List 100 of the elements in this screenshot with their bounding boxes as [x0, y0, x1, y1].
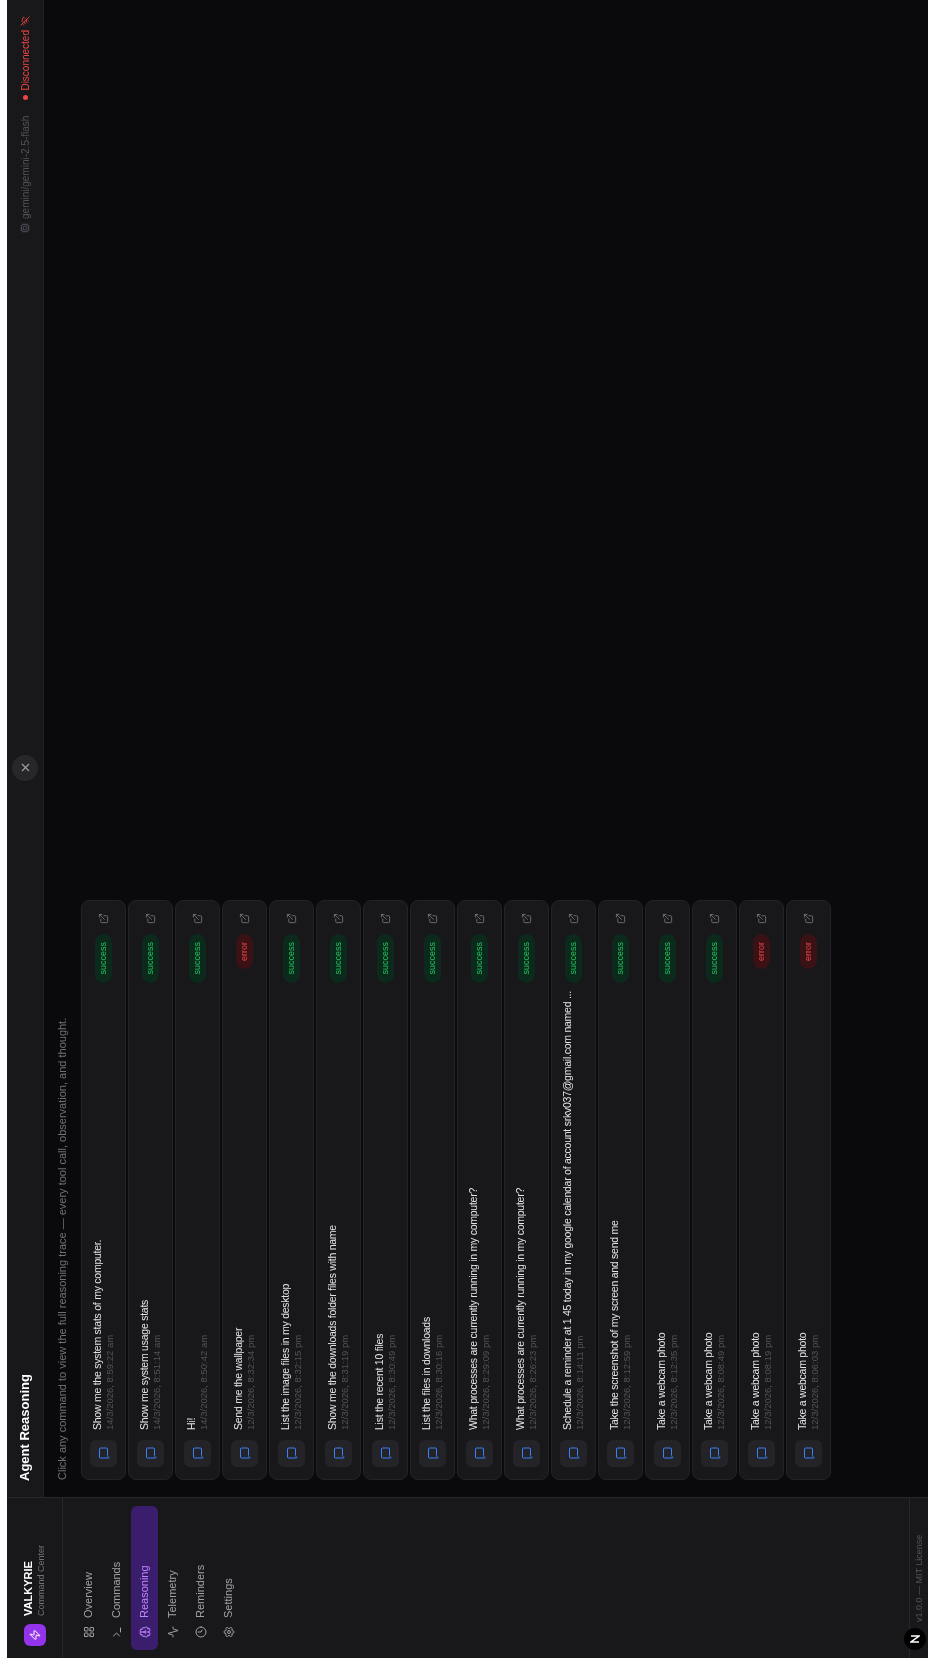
command-text: Take a webcam photo: [749, 1331, 762, 1430]
terminal-icon: [110, 1626, 123, 1638]
message-icon: [137, 1440, 164, 1467]
command-text: Take a webcam photo: [655, 1331, 668, 1430]
open-icon[interactable]: [521, 913, 532, 924]
command-card[interactable]: Show me the downloads folder files with name 12/3/2026, 8:31:19 pm success: [316, 900, 361, 1480]
sidebar-item[interactable]: Reminders: [187, 1506, 214, 1650]
message-icon: [607, 1440, 634, 1467]
open-icon[interactable]: [662, 913, 673, 924]
status-badge: success: [423, 934, 442, 983]
open-icon[interactable]: [756, 913, 767, 924]
open-icon[interactable]: [474, 913, 485, 924]
command-time: 12/3/2026, 8:08:49 pm: [715, 1333, 727, 1430]
command-card[interactable]: Send me the wallpaper 12/3/2026, 8:32:34 pm error: [222, 900, 267, 1480]
open-icon[interactable]: [615, 913, 626, 924]
message-icon: [466, 1440, 493, 1467]
status-badge: success: [282, 934, 301, 983]
open-icon[interactable]: [145, 913, 156, 924]
command-card[interactable]: Take a webcam photo 12/3/2026, 8:06:03 pm error: [786, 900, 831, 1480]
message-icon: [184, 1440, 211, 1467]
open-icon[interactable]: [192, 913, 203, 924]
brand-name: VALKYRIE: [22, 1560, 35, 1616]
sidebar-item[interactable]: Commands: [103, 1506, 130, 1650]
status-badge: error: [799, 934, 818, 969]
command-text: What processes are currently running in my computer?: [467, 1186, 480, 1430]
open-icon[interactable]: [427, 913, 438, 924]
status-badge: success: [376, 934, 395, 983]
message-icon: [372, 1440, 399, 1467]
status-badge: success: [470, 934, 489, 983]
open-icon[interactable]: [380, 913, 391, 924]
connection-status: Disconnected: [18, 30, 32, 91]
message-icon: [513, 1440, 540, 1467]
message-icon: [701, 1440, 728, 1467]
command-time: 12/3/2026, 8:14:11 pm: [574, 1334, 586, 1430]
command-text: Send me the wallpaper: [232, 1326, 245, 1430]
message-icon: [231, 1440, 258, 1467]
command-card[interactable]: Take the screenshot of my screen and send me 12/3/2026, 8:12:59 pm success: [598, 900, 643, 1480]
command-time: 12/3/2026, 8:32:15 pm: [292, 1333, 304, 1430]
open-icon[interactable]: [333, 913, 344, 924]
open-icon[interactable]: [239, 913, 250, 924]
open-icon[interactable]: [286, 913, 297, 924]
model-name: gemini/gemini-2.5-flash: [18, 115, 32, 219]
status-badge: success: [329, 934, 348, 983]
open-icon[interactable]: [709, 913, 720, 924]
command-time: 12/3/2026, 8:30:49 pm: [386, 1333, 398, 1430]
command-time: 12/3/2026, 8:26:23 pm: [527, 1333, 539, 1430]
brand-subtitle: Command Center: [35, 1544, 47, 1616]
sidebar-item[interactable]: Settings: [215, 1506, 242, 1650]
status-badge: success: [611, 934, 630, 983]
message-icon: [278, 1440, 305, 1467]
command-card[interactable]: What processes are currently running in my computer? 12/3/2026, 8:26:23 pm success: [504, 900, 549, 1480]
brain-icon: [138, 1626, 151, 1638]
command-card[interactable]: Schedule a reminder at 1 45 today in my google calendar of account srkv037@gmail.com named ... 12/3/2026, 8:14:11 pm success: [551, 900, 596, 1480]
command-card[interactable]: List the image files in my desktop 12/3/2026, 8:32:15 pm success: [269, 900, 314, 1480]
command-text: Show me the downloads folder files with name: [326, 1224, 339, 1430]
sidebar-item[interactable]: Telemetry: [159, 1506, 186, 1650]
command-time: 12/3/2026, 8:29:09 pm: [480, 1333, 492, 1430]
command-time: 12/3/2026, 8:31:19 pm: [339, 1333, 351, 1430]
open-icon[interactable]: [568, 913, 579, 924]
page-description: Click any command to view the full reasoning trace — every tool call, observation, and thought.: [55, 1016, 69, 1480]
status-badge: error: [752, 934, 771, 969]
close-button[interactable]: [12, 755, 38, 781]
command-card[interactable]: Take a webcam photo 12/3/2026, 8:08:19 pm error: [739, 900, 784, 1480]
message-icon: [654, 1440, 681, 1467]
command-text: Schedule a reminder at 1 45 today in my google calendar of account srkv037@gmail.com named ...: [561, 992, 574, 1430]
status-badge: success: [705, 934, 724, 983]
version-label: v1.0.0 — MIT License: [914, 1534, 924, 1622]
command-text: What processes are currently running in my computer?: [514, 1186, 527, 1430]
pulse-icon: [166, 1626, 179, 1638]
command-text: Show me system usage stats: [138, 1298, 151, 1430]
open-icon[interactable]: [98, 913, 109, 924]
command-card[interactable]: List the files in downloads 12/3/2026, 8:30:16 pm success: [410, 900, 455, 1480]
command-time: 12/3/2026, 8:32:34 pm: [245, 1333, 257, 1430]
status-badge: success: [564, 934, 583, 983]
command-text: Take the screenshot of my screen and send me: [608, 1219, 621, 1430]
command-card[interactable]: List the recent 10 files 12/3/2026, 8:30:49 pm success: [363, 900, 408, 1480]
grid-icon: [82, 1626, 95, 1638]
status-badge: success: [517, 934, 536, 983]
message-icon: [560, 1440, 587, 1467]
command-text: Take a webcam photo: [796, 1331, 809, 1430]
status-badge: success: [141, 934, 160, 983]
command-text: Hi!: [185, 1416, 198, 1430]
command-text: Show me the system stats of my computer.: [91, 1238, 104, 1430]
command-card[interactable]: Take a webcam photo 12/3/2026, 8:12:35 pm success: [645, 900, 690, 1480]
open-icon[interactable]: [803, 913, 814, 924]
command-card[interactable]: What processes are currently running in my computer? 12/3/2026, 8:29:09 pm success: [457, 900, 502, 1480]
chip-icon: [20, 223, 30, 233]
command-time: 12/3/2026, 8:06:03 pm: [809, 1333, 821, 1430]
message-icon: [748, 1440, 775, 1467]
message-icon: [795, 1440, 822, 1467]
command-time: 12/3/2026, 8:12:35 pm: [668, 1333, 680, 1430]
page-title: Agent Reasoning: [16, 1374, 34, 1481]
sidebar-item[interactable]: Overview: [75, 1506, 102, 1650]
command-card[interactable]: Take a webcam photo 12/3/2026, 8:08:49 pm success: [692, 900, 737, 1480]
command-time: 12/3/2026, 8:12:59 pm: [621, 1333, 633, 1430]
command-text: List the image files in my desktop: [279, 1282, 292, 1430]
sidebar-item[interactable]: Reasoning: [131, 1506, 158, 1650]
command-text: List the files in downloads: [420, 1316, 433, 1430]
settings-icon: [222, 1626, 235, 1638]
command-time: 12/3/2026, 8:30:16 pm: [433, 1333, 445, 1430]
